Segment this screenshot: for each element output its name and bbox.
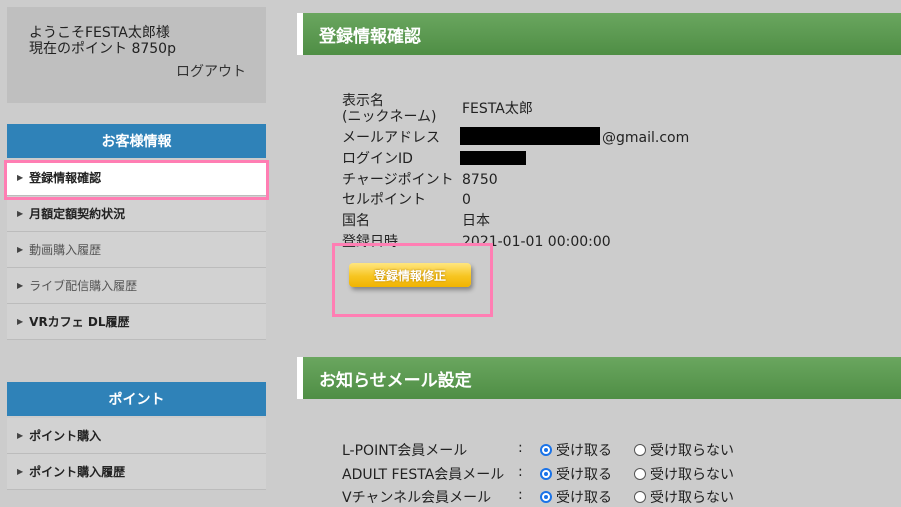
radio-unselected-icon — [634, 491, 646, 503]
radio-label: 受け取らない — [650, 443, 734, 459]
colon: : — [518, 487, 523, 503]
edit-registration-button[interactable]: 登録情報修正 — [349, 263, 471, 287]
sidebar-item-video-history[interactable]: ▶ 動画購入履歴 — [7, 232, 266, 268]
email-label: メールアドレス — [342, 130, 440, 146]
welcome-greeting: ようこそFESTA太郎様 — [29, 25, 170, 41]
triangle-right-icon: ▶ — [17, 431, 24, 440]
sidebar-item-registration-confirm[interactable]: ▶ 登録情報確認 — [7, 160, 266, 196]
welcome-panel: ようこそFESTA太郎様 現在のポイント 8750p ログアウト — [7, 7, 266, 103]
radio-label: 受け取らない — [650, 467, 734, 483]
triangle-right-icon: ▶ — [17, 317, 24, 326]
sidebar-item-point-purchase[interactable]: ▶ ポイント購入 — [7, 418, 266, 454]
login-id-label: ログインID — [342, 151, 413, 167]
point-menu: ▶ ポイント購入 ▶ ポイント購入履歴 — [7, 418, 266, 490]
logout-link[interactable]: ログアウト — [176, 64, 246, 80]
mail-setting-label: ADULT FESTA会員メール — [342, 467, 505, 483]
registration-section-title: 登録情報確認 — [297, 13, 901, 55]
adultfesta-not-receive-radio[interactable]: 受け取らない — [634, 464, 734, 484]
radio-unselected-icon — [634, 468, 646, 480]
triangle-right-icon: ▶ — [17, 173, 24, 182]
sidebar-item-label: 月額定額契約状況 — [29, 207, 126, 221]
vchannel-not-receive-radio[interactable]: 受け取らない — [634, 487, 734, 507]
sidebar-item-label: ポイント購入履歴 — [29, 465, 126, 479]
radio-selected-icon — [540, 444, 552, 456]
current-points: 現在のポイント 8750p — [29, 41, 176, 57]
radio-label: 受け取る — [556, 443, 612, 459]
country-label: 国名 — [342, 213, 370, 229]
triangle-right-icon: ▶ — [17, 209, 24, 218]
sell-points-label: セルポイント — [342, 192, 426, 208]
triangle-right-icon: ▶ — [17, 245, 24, 254]
radio-label: 受け取る — [556, 490, 612, 506]
registered-label: 登録日時 — [342, 234, 398, 250]
sidebar-item-label: 登録情報確認 — [29, 171, 102, 185]
lpoint-receive-radio[interactable]: 受け取る — [540, 440, 612, 460]
customer-info-header: お客様情報 — [7, 124, 266, 158]
triangle-right-icon: ▶ — [17, 281, 24, 290]
redacted-block — [460, 151, 526, 165]
redacted-block — [460, 127, 600, 145]
colon: : — [518, 440, 523, 456]
sidebar-item-point-history[interactable]: ▶ ポイント購入履歴 — [7, 454, 266, 490]
mail-setting-label: L-POINT会員メール — [342, 443, 468, 459]
charge-points-label: チャージポイント — [342, 172, 454, 188]
sidebar-item-monthly-contract[interactable]: ▶ 月額定額契約状況 — [7, 196, 266, 232]
radio-unselected-icon — [634, 444, 646, 456]
sidebar-item-live-history[interactable]: ▶ ライブ配信購入履歴 — [7, 268, 266, 304]
registered-value: 2021-01-01 00:00:00 — [462, 234, 611, 250]
colon: : — [518, 464, 523, 480]
radio-label: 受け取らない — [650, 490, 734, 506]
mail-settings-section-title: お知らせメール設定 — [297, 357, 901, 399]
country-value: 日本 — [462, 213, 490, 229]
sidebar-item-label: VRカフェ DL履歴 — [29, 315, 130, 329]
sidebar-item-label: ライブ配信購入履歴 — [29, 279, 138, 293]
mail-setting-label: Vチャンネル会員メール — [342, 490, 492, 506]
sidebar-item-label: ポイント購入 — [29, 429, 102, 443]
display-name-value: FESTA太郎 — [462, 101, 533, 117]
sell-points-value: 0 — [462, 192, 471, 208]
sidebar-item-label: 動画購入履歴 — [29, 243, 102, 257]
radio-selected-icon — [540, 468, 552, 480]
sidebar-item-vr-cafe-dl[interactable]: ▶ VRカフェ DL履歴 — [7, 304, 266, 340]
vchannel-receive-radio[interactable]: 受け取る — [540, 487, 612, 507]
adultfesta-receive-radio[interactable]: 受け取る — [540, 464, 612, 484]
radio-selected-icon — [540, 491, 552, 503]
display-name-label-sub: (ニックネーム) — [342, 109, 437, 125]
lpoint-not-receive-radio[interactable]: 受け取らない — [634, 440, 734, 460]
radio-label: 受け取る — [556, 467, 612, 483]
customer-info-menu: ▶ 登録情報確認 ▶ 月額定額契約状況 ▶ 動画購入履歴 ▶ ライブ配信購入履歴… — [7, 160, 266, 340]
email-suffix: @gmail.com — [602, 130, 690, 146]
triangle-right-icon: ▶ — [17, 467, 24, 476]
point-header: ポイント — [7, 382, 266, 416]
charge-points-value: 8750 — [462, 172, 498, 188]
